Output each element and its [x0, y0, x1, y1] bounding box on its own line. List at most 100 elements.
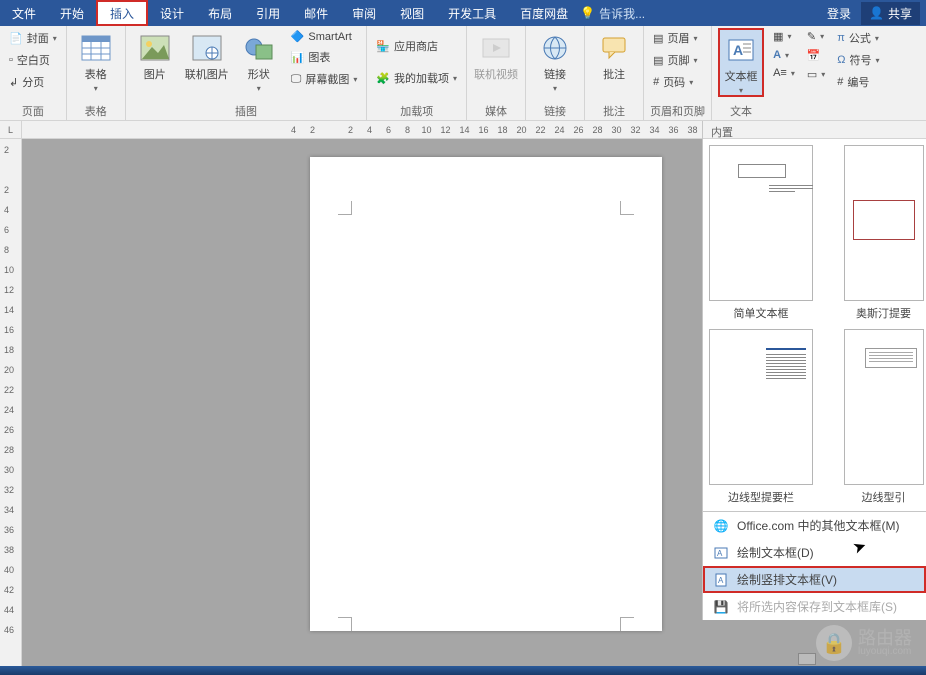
- watermark: 🔒 路由器luyouqi.com: [816, 625, 912, 661]
- link-button[interactable]: 链接▾: [532, 28, 578, 93]
- my-addins-button[interactable]: 🧩我的加载项▾: [373, 68, 460, 88]
- svg-text:A: A: [718, 576, 724, 585]
- panel-menu: 🌐 Office.com 中的其他文本框(M) A 绘制文本框(D) A 绘制竖…: [703, 511, 926, 620]
- tab-layout[interactable]: 布局: [196, 0, 244, 26]
- tell-me-search[interactable]: 💡 告诉我...: [580, 5, 645, 22]
- page[interactable]: [310, 157, 662, 631]
- footer-icon: ▤: [653, 54, 663, 67]
- number-icon: #: [837, 76, 843, 88]
- svg-text:A: A: [717, 549, 723, 558]
- gallery-item-simple[interactable]: 简单文本框: [709, 145, 813, 321]
- header-icon: ▤: [653, 32, 663, 45]
- signature-icon: ✎: [807, 30, 816, 43]
- header-button[interactable]: ▤页眉▾: [650, 28, 700, 48]
- signature-button[interactable]: ✎▾: [804, 28, 828, 45]
- lightbulb-icon: 💡: [580, 6, 595, 20]
- shapes-icon: [243, 32, 275, 64]
- blank-page-button[interactable]: ▫空白页: [6, 50, 60, 70]
- store-button[interactable]: 🏪应用商店: [373, 36, 460, 56]
- tab-view[interactable]: 视图: [388, 0, 436, 26]
- tab-baidu[interactable]: 百度网盘: [508, 0, 580, 26]
- pagenum-icon: #: [653, 76, 659, 88]
- dropcap-icon: A≡: [773, 67, 787, 79]
- scrollbar-thumb[interactable]: [798, 653, 816, 665]
- thumb: [844, 145, 924, 301]
- margin-indicator: [338, 201, 352, 215]
- cover-page-icon: 📄: [9, 32, 23, 45]
- thumb: [709, 329, 813, 485]
- title-bar: 文件 开始 插入 设计 布局 引用 邮件 审阅 视图 开发工具 百度网盘 💡 告…: [0, 0, 926, 26]
- menu-draw-textbox[interactable]: A 绘制文本框(D): [703, 539, 926, 566]
- ribbon-group-comments: 批注 批注: [585, 26, 644, 121]
- margin-indicator: [620, 201, 634, 215]
- menu-save-selection: 💾 将所选内容保存到文本框库(S): [703, 593, 926, 620]
- datetime-button[interactable]: 📅: [804, 47, 828, 64]
- picture-icon: [139, 32, 171, 64]
- tab-developer[interactable]: 开发工具: [436, 0, 508, 26]
- table-icon: [80, 32, 112, 64]
- share-button[interactable]: 👤 共享: [861, 2, 920, 25]
- cover-page-button[interactable]: 📄封面▾: [6, 28, 60, 48]
- ribbon-group-illustrations: 图片 联机图片 形状▾ 🔷SmartArt 📊图表 🖵屏幕截图▾ 插图: [126, 26, 368, 121]
- drop-cap-button[interactable]: A≡▾: [770, 65, 798, 81]
- quick-parts-button[interactable]: ▦▾: [770, 28, 798, 45]
- comment-button[interactable]: 批注: [591, 28, 637, 82]
- object-button[interactable]: ▭▾: [804, 66, 828, 83]
- tab-file[interactable]: 文件: [0, 0, 48, 26]
- table-button[interactable]: 表格▾: [73, 28, 119, 93]
- online-pictures-button[interactable]: 联机图片: [184, 28, 230, 82]
- office-icon: 🌐: [713, 518, 729, 534]
- gallery-item-austin[interactable]: 奥斯汀提要: [827, 145, 926, 321]
- group-label: 链接: [532, 101, 578, 121]
- login-button[interactable]: 登录: [821, 3, 857, 24]
- wordart-icon: A: [773, 49, 781, 61]
- addin-icon: 🧩: [376, 72, 390, 85]
- tab-insert[interactable]: 插入: [96, 0, 148, 26]
- tab-references[interactable]: 引用: [244, 0, 292, 26]
- omega-icon: Ω: [837, 54, 845, 66]
- pictures-button[interactable]: 图片: [132, 28, 178, 82]
- screenshot-button[interactable]: 🖵屏幕截图▾: [288, 69, 361, 89]
- chart-button[interactable]: 📊图表: [288, 47, 361, 67]
- page-break-icon: ↲: [9, 76, 18, 89]
- comment-icon: [598, 32, 630, 64]
- ribbon-group-text: A 文本框▾ ▦▾ A▾ A≡▾ ✎▾ 📅 ▭▾ π公式▾ Ω符号▾ #编号 文…: [712, 26, 888, 121]
- group-label: 插图: [132, 101, 361, 121]
- save-icon: 💾: [713, 599, 729, 615]
- ribbon-group-links: 链接▾ 链接: [526, 26, 585, 121]
- tab-mailings[interactable]: 邮件: [292, 0, 340, 26]
- person-icon: 👤: [869, 6, 884, 20]
- page-number-button[interactable]: #页码▾: [650, 72, 700, 92]
- screenshot-icon: 🖵: [291, 73, 302, 86]
- svg-text:A: A: [733, 42, 743, 58]
- group-label: 页眉和页脚: [650, 101, 705, 121]
- thumb: [709, 145, 813, 301]
- menu-office-textboxes[interactable]: 🌐 Office.com 中的其他文本框(M): [703, 512, 926, 539]
- taskbar: [0, 666, 926, 675]
- tab-review[interactable]: 审阅: [340, 0, 388, 26]
- equation-button[interactable]: π公式▾: [834, 28, 882, 48]
- footer-button[interactable]: ▤页脚▾: [650, 50, 700, 70]
- gallery-item-sidebar[interactable]: 边线型提要栏: [709, 329, 813, 505]
- ribbon: 📄封面▾ ▫空白页 ↲分页 页面 表格▾ 表格 图片 联机图片: [0, 26, 926, 121]
- gallery-item-quote[interactable]: 边线型引: [827, 329, 926, 505]
- textbox-gallery-panel: 内置 简单文本框 奥斯汀提要 边线型提要栏: [702, 121, 926, 620]
- smartart-button[interactable]: 🔷SmartArt: [288, 28, 361, 45]
- video-icon: [480, 32, 512, 64]
- menu-draw-vertical-textbox[interactable]: A 绘制竖排文本框(V): [703, 566, 926, 593]
- group-label: 批注: [591, 101, 637, 121]
- blank-page-icon: ▫: [9, 54, 13, 66]
- symbol-button[interactable]: Ω符号▾: [834, 50, 882, 70]
- object-icon: ▭: [807, 68, 817, 81]
- shapes-button[interactable]: 形状▾: [236, 28, 282, 93]
- online-picture-icon: [191, 32, 223, 64]
- chart-icon: 📊: [291, 51, 305, 64]
- page-break-button[interactable]: ↲分页: [6, 72, 60, 92]
- ribbon-tabs: 文件 开始 插入 设计 布局 引用 邮件 审阅 视图 开发工具 百度网盘: [0, 0, 580, 26]
- link-icon: [539, 32, 571, 64]
- number-button[interactable]: #编号: [834, 72, 882, 92]
- wordart-button[interactable]: A▾: [770, 47, 798, 63]
- textbox-button[interactable]: A 文本框▾: [718, 28, 764, 97]
- tab-home[interactable]: 开始: [48, 0, 96, 26]
- tab-design[interactable]: 设计: [148, 0, 196, 26]
